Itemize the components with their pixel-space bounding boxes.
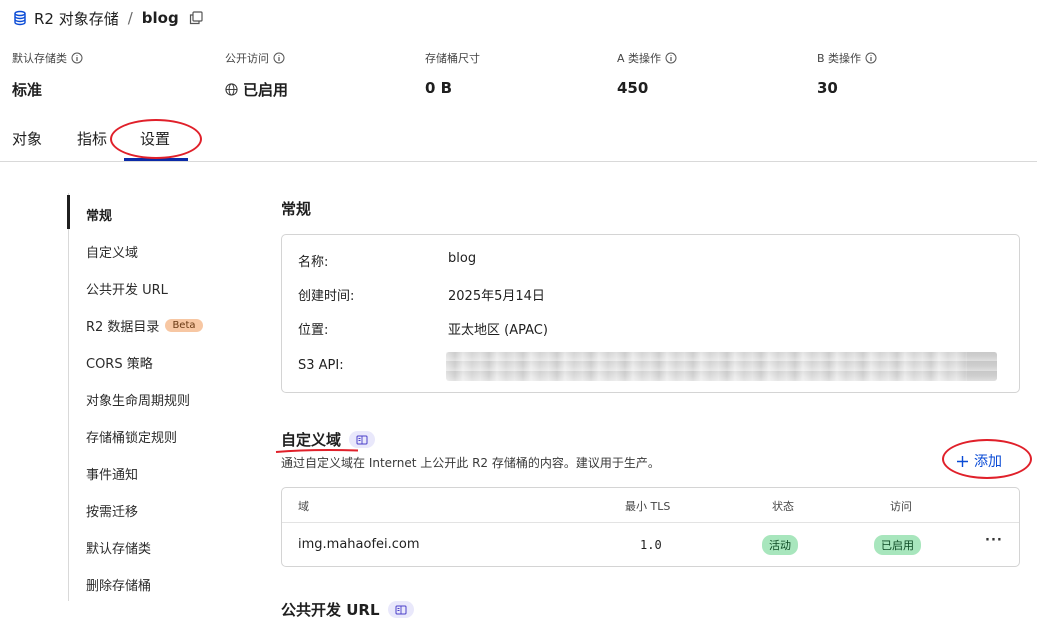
section-title-text: 自定义域 — [281, 431, 342, 449]
column-header-min-tls: 最小 TLS — [625, 500, 671, 513]
breadcrumb: R2 对象存储 / blog — [12, 6, 203, 30]
tab-settings[interactable]: 设置 — [140, 128, 170, 149]
access-badge: 已启用 — [874, 535, 921, 555]
stat-label: A 类操作 — [617, 52, 662, 65]
stat-class-b-operations: B 类操作 30 — [817, 50, 877, 97]
info-icon[interactable] — [865, 52, 877, 64]
breadcrumb-separator: / — [127, 9, 133, 27]
sidenav-item-public-dev-url[interactable]: 公共开发 URL — [86, 279, 168, 298]
table-header: 域 最小 TLS 状态 访问 — [282, 488, 1019, 523]
stat-public-access: 公开访问 已启用 — [225, 50, 288, 100]
sidenav-item-bucket-lock-rules[interactable]: 存储桶锁定规则 — [86, 427, 177, 446]
sidenav-item-label: 对象生命周期规则 — [86, 394, 191, 409]
stat-value: 标准 — [12, 81, 43, 99]
sidenav-item-label: 默认存储类 — [86, 542, 152, 557]
beta-badge: Beta — [165, 319, 203, 332]
public-dev-url-section-title: 公共开发 URL — [281, 599, 414, 620]
add-button-label: 添加 — [974, 454, 1002, 470]
stat-value: 450 — [617, 79, 649, 97]
stat-default-storage-class: 默认存储类 标准 — [12, 50, 83, 100]
custom-domains-description: 通过自定义域在 Internet 上公开此 R2 存储桶的内容。建议用于生产。 — [281, 456, 660, 470]
stat-label: 存储桶尺寸 — [425, 52, 480, 65]
section-title-text: 公共开发 URL — [281, 601, 380, 619]
info-icon[interactable] — [71, 52, 83, 64]
breadcrumb-current: blog — [141, 9, 179, 27]
sidenav-item-default-storage-class[interactable]: 默认存储类 — [86, 538, 151, 557]
sidenav-item-delete-bucket[interactable]: 删除存储桶 — [86, 575, 151, 594]
tab-bar: 对象 指标 设置 — [0, 118, 1037, 162]
copy-icon[interactable] — [189, 11, 203, 25]
sidenav-item-label: 删除存储桶 — [86, 579, 152, 594]
sidenav-item-custom-domains[interactable]: 自定义域 — [86, 242, 138, 261]
general-info-card: 名称: blog 创建时间: 2025年5月14日 位置: 亚太地区 (APAC… — [281, 234, 1020, 393]
tab-metrics[interactable]: 指标 — [77, 128, 107, 149]
sidenav-item-label: 常规 — [86, 209, 113, 224]
docs-link[interactable] — [349, 431, 376, 448]
stat-value: 0 B — [425, 79, 453, 97]
row-actions-menu-button[interactable]: ··· — [985, 533, 1003, 548]
sidenav-item-data-catalog[interactable]: R2 数据目录 Beta — [86, 316, 203, 335]
globe-icon — [225, 83, 238, 96]
sidenav-item-event-notifications[interactable]: 事件通知 — [86, 464, 138, 483]
breadcrumb-root-link[interactable]: R2 对象存储 — [34, 8, 119, 29]
sidenav-item-label: 自定义域 — [86, 246, 139, 261]
column-header-access: 访问 — [890, 500, 912, 513]
sidenav-item-label: R2 数据目录 — [86, 320, 160, 335]
sidenav-item-label: 存储桶锁定规则 — [86, 431, 178, 446]
sidenav-item-label: 公共开发 URL — [86, 283, 168, 298]
settings-sidenav: 常规 自定义域 公共开发 URL R2 数据目录 Beta CORS 策略 对象… — [67, 193, 248, 601]
sidenav-item-lifecycle-rules[interactable]: 对象生命周期规则 — [86, 390, 190, 409]
custom-domains-table: 域 最小 TLS 状态 访问 img.mahaofei.com 1.0 活动 已… — [281, 487, 1020, 567]
sidenav-active-indicator — [67, 195, 70, 229]
plus-icon — [957, 455, 968, 467]
field-value-created: 2025年5月14日 — [448, 289, 545, 304]
stat-value: 已启用 — [243, 81, 289, 99]
stat-label: 公开访问 — [225, 52, 269, 65]
stat-class-a-operations: A 类操作 450 — [617, 50, 677, 97]
field-value-location: 亚太地区 (APAC) — [448, 323, 548, 338]
sidenav-item-cors-policy[interactable]: CORS 策略 — [86, 353, 153, 372]
sidenav-item-label: CORS 策略 — [86, 357, 153, 372]
tab-objects[interactable]: 对象 — [12, 128, 42, 149]
field-label-location: 位置: — [298, 323, 329, 338]
domain-cell[interactable]: img.mahaofei.com — [298, 537, 420, 552]
custom-domains-section-title: 自定义域 — [281, 429, 376, 450]
add-domain-button[interactable]: 添加 — [956, 451, 1002, 471]
min-tls-cell: 1.0 — [640, 538, 662, 552]
sidenav-item-on-demand-migration[interactable]: 按需迁移 — [86, 501, 138, 520]
sidenav-item-label: 事件通知 — [86, 468, 139, 483]
book-icon — [395, 605, 407, 614]
copy-icon[interactable] — [967, 352, 997, 381]
field-label-name: 名称: — [298, 255, 329, 270]
info-icon[interactable] — [273, 52, 285, 64]
sidenav-item-general[interactable]: 常规 — [86, 205, 112, 224]
stat-value: 30 — [817, 79, 838, 97]
s3-api-endpoint-redacted[interactable] — [446, 352, 997, 381]
column-header-domain: 域 — [298, 500, 309, 513]
sidenav-item-label: 按需迁移 — [86, 505, 139, 520]
field-label-created: 创建时间: — [298, 289, 355, 304]
general-section-title: 常规 — [281, 198, 311, 219]
database-icon — [14, 10, 26, 26]
active-tab-indicator — [124, 158, 188, 161]
stat-label: B 类操作 — [817, 52, 862, 65]
field-label-s3-api: S3 API: — [298, 358, 344, 373]
status-badge: 活动 — [762, 535, 798, 555]
info-icon[interactable] — [665, 52, 677, 64]
stat-bucket-size: 存储桶尺寸 0 B — [425, 50, 480, 97]
section-title-text: 常规 — [281, 200, 312, 218]
stat-label: 默认存储类 — [12, 52, 67, 65]
field-value-name: blog — [448, 251, 477, 266]
column-header-status: 状态 — [772, 500, 794, 513]
docs-link[interactable] — [387, 601, 414, 618]
book-icon — [356, 435, 368, 444]
